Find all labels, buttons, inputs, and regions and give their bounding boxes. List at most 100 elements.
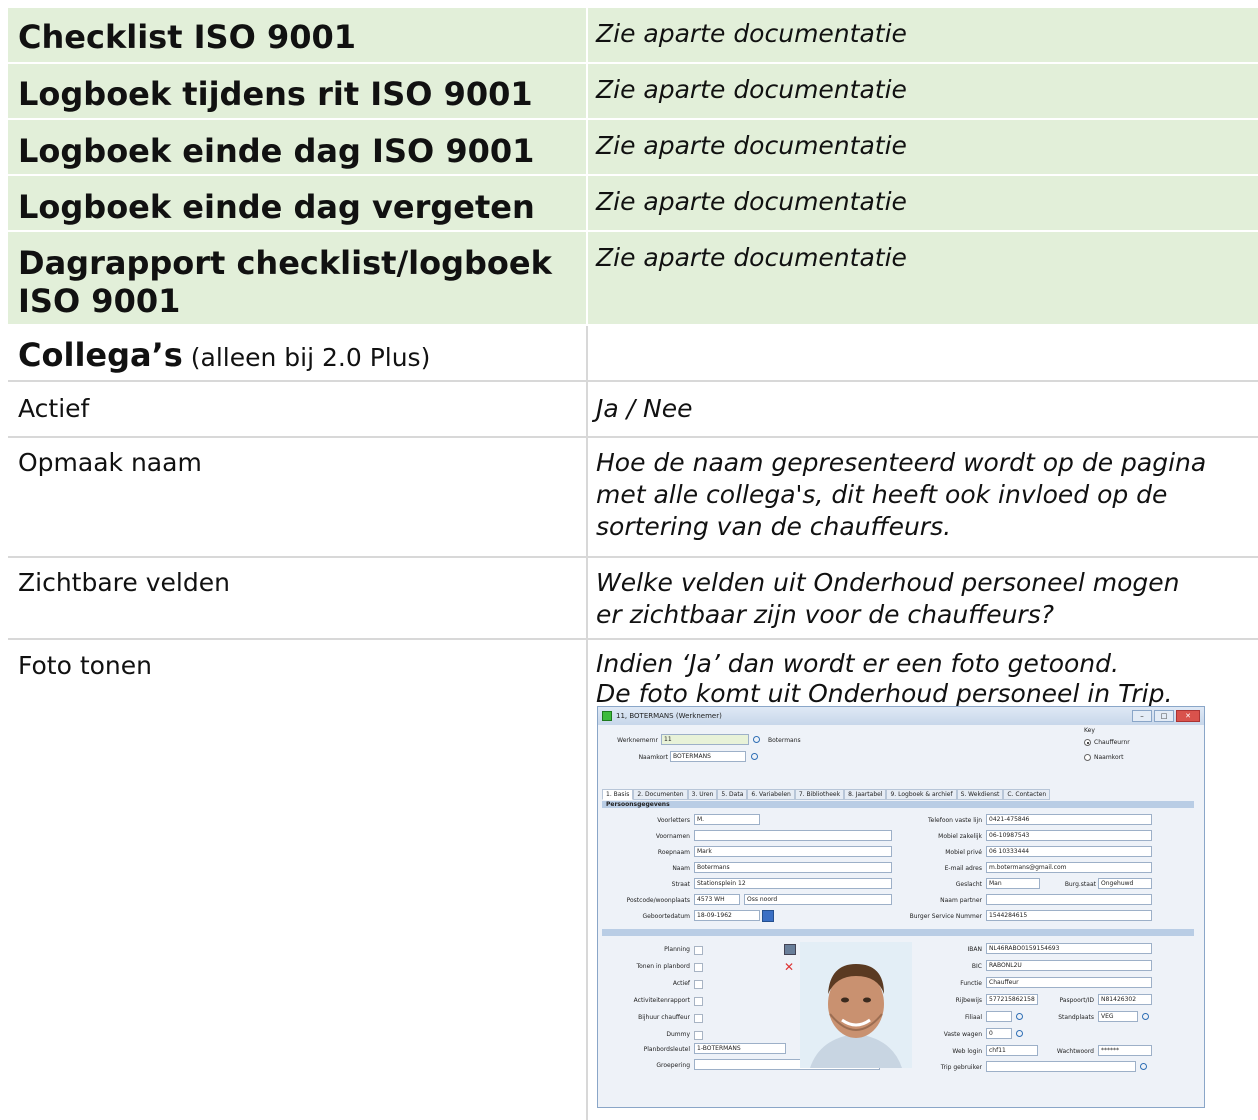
field-label: Postcode/woonplaats	[626, 897, 690, 904]
tab-variabelen[interactable]: 6. Variabelen	[747, 789, 795, 800]
search-icon[interactable]	[1140, 1063, 1147, 1070]
roepnaam-field[interactable]: Mark	[694, 846, 892, 857]
desc-line: De foto komt uit Onderhoud personeel in …	[596, 679, 1173, 708]
search-icon[interactable]	[753, 736, 760, 743]
voorletters-field[interactable]: M.	[694, 814, 760, 825]
row-description: Hoe de naam gepresenteerd wordt op de pa…	[588, 438, 1258, 556]
window-controls: – □ ✕	[1132, 710, 1200, 722]
planbord-checkbox[interactable]	[694, 963, 703, 972]
field-label: Paspoort/ID	[1059, 997, 1094, 1004]
tab-documenten[interactable]: 2. Documenten	[633, 789, 688, 800]
search-icon[interactable]	[1142, 1013, 1149, 1020]
telefoon-field[interactable]: 0421-475846	[986, 814, 1152, 825]
web-login-field[interactable]: chf11	[986, 1045, 1038, 1056]
functie-select[interactable]: Chauffeur	[986, 977, 1152, 988]
field-label: Roepnaam	[657, 849, 690, 856]
naamkort-field[interactable]: BOTERMANS	[670, 751, 746, 762]
desc-line: Welke velden uit Onderhoud personeel mog…	[596, 568, 1180, 597]
field-label: Geslacht	[955, 881, 982, 888]
dummy-checkbox[interactable]	[694, 1031, 703, 1040]
bic-field[interactable]: RABONL2U	[986, 960, 1152, 971]
section-note: (alleen bij 2.0 Plus)	[182, 343, 431, 372]
key-radio-chauffeurnr[interactable]	[1084, 739, 1091, 746]
desc-line: Indien ‘Ja’ dan wordt er een foto getoon…	[596, 649, 1119, 678]
field-label: Planbordsleutel	[643, 1046, 690, 1053]
search-icon[interactable]	[751, 753, 758, 760]
desc-line: met alle collega's, dit heeft ook invloe…	[596, 480, 1168, 509]
search-icon[interactable]	[1016, 1013, 1023, 1020]
field-label: Filiaal	[964, 1014, 982, 1021]
postcode-field[interactable]: 4573 WH	[694, 894, 740, 905]
email-field[interactable]: m.botermans@gmail.com	[986, 862, 1152, 873]
calendar-icon[interactable]	[762, 910, 774, 922]
actief-checkbox[interactable]	[694, 980, 703, 989]
field-label: Naam partner	[940, 897, 982, 904]
row-description: Zie aparte documentatie	[596, 243, 907, 272]
desc-line: Hoe de naam gepresenteerd wordt op de pa…	[596, 448, 1207, 477]
field-label: Burg.staat	[1064, 881, 1096, 888]
planbordsleutel-field[interactable]: 1-BOTERMANS	[694, 1043, 786, 1054]
vaste-wagen-field[interactable]: 0	[986, 1028, 1012, 1039]
field-label: Web login	[952, 1048, 982, 1055]
partner-field[interactable]	[986, 894, 1152, 905]
row-zichtbare-velden: Zichtbare velden Welke velden uit Onderh…	[8, 558, 1258, 640]
rijbewijs-field[interactable]: 577215862158	[986, 994, 1038, 1005]
row-label: Dagrapport checklist/logboek ISO 9001	[8, 232, 588, 324]
tab-data[interactable]: 5. Data	[717, 789, 748, 800]
key-option-label: Naamkort	[1094, 754, 1124, 761]
field-label: Geboortedatum	[642, 913, 691, 920]
field-label: Burger Service Nummer	[909, 913, 982, 920]
field-label: Mobiel privé	[945, 849, 982, 856]
check-label: Tonen in planbord	[636, 963, 690, 970]
row-logboek-einde-dag: Logboek einde dag ISO 9001 Zie aparte do…	[8, 120, 1258, 176]
naam-field[interactable]: Botermans	[694, 862, 892, 873]
tab-logboek[interactable]: 9. Logboek & archief	[886, 789, 957, 800]
woonplaats-field[interactable]: Oss noord	[744, 894, 892, 905]
burgstaat-field[interactable]: Ongehuwd	[1098, 878, 1152, 889]
check-label: Actief	[672, 980, 690, 987]
mobiel-zakelijk-field[interactable]: 06-10987543	[986, 830, 1152, 841]
window-titlebar: 11, BOTERMANS (Werknemer) – □ ✕	[598, 707, 1204, 725]
activiteitenrapport-checkbox[interactable]	[694, 997, 703, 1006]
delete-photo-icon[interactable]: ✕	[784, 961, 794, 973]
paspoort-field[interactable]: N81426302	[1098, 994, 1152, 1005]
row-label: Logboek tijdens rit ISO 9001	[8, 64, 588, 118]
photo-folder-icon[interactable]	[784, 944, 796, 955]
tab-jaartabel[interactable]: 8. Jaartabel	[844, 789, 887, 800]
key-label: Key	[1084, 727, 1095, 734]
tab-bibliotheek[interactable]: 7. Bibliotheek	[794, 789, 845, 800]
close-icon[interactable]: ✕	[1176, 710, 1200, 722]
bijhuur-checkbox[interactable]	[694, 1014, 703, 1023]
geboortedatum-field[interactable]: 18-09-1962	[694, 910, 760, 921]
bsn-field[interactable]: 1544284615	[986, 910, 1152, 921]
row-dagrapport: Dagrapport checklist/logboek ISO 9001 Zi…	[8, 232, 1258, 326]
trip-gebruiker-field[interactable]	[986, 1061, 1136, 1072]
row-description: Welke velden uit Onderhoud personeel mog…	[588, 558, 1258, 638]
werknemernr-field[interactable]: 11	[661, 734, 749, 745]
tab-contacten[interactable]: C. Contacten	[1003, 789, 1051, 800]
maximize-icon[interactable]: □	[1154, 710, 1174, 722]
row-label: Logboek einde dag vergeten	[8, 176, 588, 230]
mobiel-prive-field[interactable]: 06 10333444	[986, 846, 1152, 857]
filiaal-field[interactable]	[986, 1011, 1012, 1022]
password-field[interactable]: ******	[1098, 1045, 1152, 1056]
field-label: Groepering	[656, 1062, 690, 1069]
voornamen-field[interactable]	[694, 830, 892, 841]
standplaats-field[interactable]: VEG	[1098, 1011, 1138, 1022]
row-label: Opmaak naam	[8, 438, 588, 556]
section-bar	[602, 929, 1194, 936]
tab-wekdienst[interactable]: S. Wekdienst	[956, 789, 1004, 800]
tab-basis[interactable]: 1. Basis	[602, 789, 634, 800]
field-label: E-mail adres	[944, 865, 982, 872]
search-icon[interactable]	[1016, 1030, 1023, 1037]
tab-uren[interactable]: 3. Uren	[687, 789, 718, 800]
planning-checkbox[interactable]	[694, 946, 703, 955]
key-option-label: Chauffeurnr	[1094, 739, 1130, 746]
row-logboek-rit: Logboek tijdens rit ISO 9001 Zie aparte …	[8, 64, 1258, 120]
row-description	[588, 326, 1258, 380]
key-radio-naamkort[interactable]	[1084, 754, 1091, 761]
straat-field[interactable]: Stationsplein 12	[694, 878, 892, 889]
iban-field[interactable]: NL46RABO0159154693	[986, 943, 1152, 954]
minimize-icon[interactable]: –	[1132, 710, 1152, 722]
geslacht-select[interactable]: Man	[986, 878, 1040, 889]
